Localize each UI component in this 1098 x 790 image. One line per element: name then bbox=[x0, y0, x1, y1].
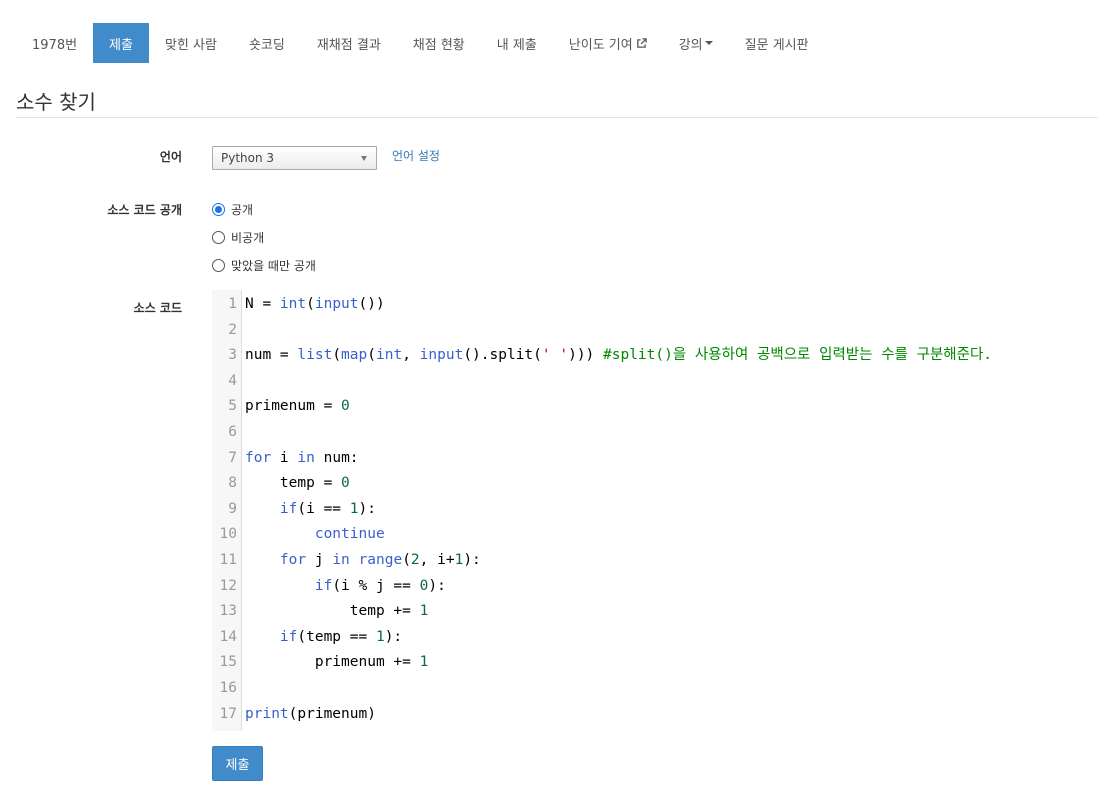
line-number: 8 bbox=[228, 475, 237, 492]
tab-problem-number[interactable]: 1978번 bbox=[16, 23, 93, 63]
tab-difficulty-contribution[interactable]: 난이도 기여 bbox=[553, 23, 663, 63]
code-text: for i in num: bbox=[245, 449, 359, 466]
line-number: 12 bbox=[219, 577, 237, 594]
tab-my-submissions[interactable]: 내 제출 bbox=[481, 23, 553, 63]
code-line[interactable]: 15 primenum += 1 bbox=[212, 650, 1098, 676]
line-number: 5 bbox=[228, 398, 237, 415]
line-number: 10 bbox=[219, 526, 237, 543]
code-line[interactable]: 14 if(temp == 1): bbox=[212, 625, 1098, 651]
code-line[interactable]: 1 N = int(input()) bbox=[212, 292, 1098, 318]
radio-label: 맞았을 때만 공개 bbox=[231, 259, 316, 273]
title-divider bbox=[16, 117, 1098, 118]
code-line[interactable]: 11 for j in range(2, i+1): bbox=[212, 548, 1098, 574]
tab-solved-users[interactable]: 맞힌 사람 bbox=[149, 23, 233, 63]
tab-rejudge-results[interactable]: 재채점 결과 bbox=[301, 23, 397, 63]
line-number: 4 bbox=[228, 372, 237, 389]
line-number: 13 bbox=[219, 603, 237, 620]
radio-public[interactable] bbox=[212, 203, 225, 216]
page-title: 소수 찾기 bbox=[16, 90, 96, 114]
tab-label: 내 제출 bbox=[496, 37, 537, 53]
submit-button[interactable]: 제출 bbox=[212, 746, 263, 781]
code-line[interactable]: 3 num = list(map(int, input().split(' '))… bbox=[212, 343, 1098, 369]
code-line[interactable]: 5 primenum = 0 bbox=[212, 394, 1098, 420]
code-text: N = int(input()) bbox=[245, 296, 385, 312]
tab-label: 1978번 bbox=[32, 37, 78, 53]
line-number: 14 bbox=[219, 628, 237, 645]
tab-label: 제출 bbox=[109, 37, 133, 53]
tab-label: 강의 bbox=[678, 37, 703, 53]
line-number: 16 bbox=[219, 680, 237, 696]
chevron-down-icon bbox=[361, 156, 367, 161]
line-number: 1 bbox=[228, 296, 237, 312]
tab-label: 채점 현황 bbox=[412, 37, 465, 53]
radio-label: 공개 bbox=[231, 203, 254, 217]
line-number: 15 bbox=[219, 654, 237, 671]
visibility-option-public-if-accepted[interactable]: 맞았을 때만 공개 bbox=[212, 257, 316, 274]
tab-lectures-dropdown[interactable]: 강의 bbox=[663, 23, 729, 63]
code-text: for j in range(2, i+1): bbox=[279, 552, 481, 568]
code-text: primenum = 0 bbox=[245, 398, 350, 415]
code-text: if(i == 1): bbox=[279, 500, 376, 517]
code-line[interactable]: 6 bbox=[212, 420, 1098, 446]
visibility-option-private[interactable]: 비공개 bbox=[212, 229, 264, 246]
language-settings-link[interactable]: 언어 설정 bbox=[392, 147, 440, 164]
line-number: 3 bbox=[228, 347, 237, 364]
language-select[interactable]: Python 3 bbox=[212, 146, 377, 170]
tab-label: 숏코딩 bbox=[248, 37, 285, 53]
code-line[interactable]: 9 if(i == 1): bbox=[212, 497, 1098, 523]
tab-label: 맞힌 사람 bbox=[164, 37, 217, 53]
code-text: num = list(map(int, input().split(' ')))… bbox=[245, 347, 993, 364]
source-code-label: 소스 코드 bbox=[133, 301, 182, 315]
code-line[interactable]: 16 bbox=[212, 676, 1098, 702]
visibility-label: 소스 코드 공개 bbox=[107, 203, 182, 217]
code-line[interactable]: 17 print(primenum) bbox=[212, 702, 1098, 728]
code-text: print(primenum) bbox=[245, 705, 376, 722]
language-label: 언어 bbox=[159, 150, 182, 164]
line-number: 2 bbox=[228, 321, 237, 338]
tab-submit[interactable]: 제출 bbox=[93, 23, 149, 63]
code-text: primenum += 1 bbox=[245, 654, 429, 671]
tab-label: 재채점 결과 bbox=[316, 37, 381, 53]
code-line[interactable]: 2 bbox=[212, 318, 1098, 344]
tab-label: 질문 게시판 bbox=[744, 37, 809, 53]
tab-label: 난이도 기여 bbox=[568, 37, 633, 53]
radio-label: 비공개 bbox=[231, 231, 265, 245]
code-line[interactable]: 7 for i in num: bbox=[212, 446, 1098, 472]
code-editor[interactable]: 1 N = int(input()) 2 3 num = list(map(int, i… bbox=[212, 290, 1098, 731]
visibility-option-public[interactable]: 공개 bbox=[212, 201, 253, 218]
line-number: 11 bbox=[219, 552, 237, 568]
caret-down-icon bbox=[704, 41, 713, 45]
problem-tabs: 1978번 제출 맞힌 사람 숏코딩 재채점 결과 채점 현황 내 제출 난이도… bbox=[16, 23, 825, 63]
code-text: temp = 0 bbox=[245, 475, 350, 492]
code-line[interactable]: 4 bbox=[212, 369, 1098, 395]
code-line[interactable]: 10 continue bbox=[212, 522, 1098, 548]
external-link-icon bbox=[636, 37, 647, 48]
code-text: continue bbox=[314, 526, 385, 543]
line-number: 9 bbox=[228, 500, 237, 517]
code-text: if(i % j == 0): bbox=[314, 577, 446, 594]
code-line[interactable]: 8 temp = 0 bbox=[212, 471, 1098, 497]
tab-short-coding[interactable]: 숏코딩 bbox=[233, 23, 301, 63]
line-number: 7 bbox=[228, 449, 237, 466]
radio-private[interactable] bbox=[212, 231, 225, 244]
code-text: if(temp == 1): bbox=[279, 628, 403, 645]
code-line[interactable]: 13 temp += 1 bbox=[212, 599, 1098, 625]
code-text: temp += 1 bbox=[245, 603, 429, 620]
tab-question-board[interactable]: 질문 게시판 bbox=[729, 23, 825, 63]
line-number: 17 bbox=[219, 705, 237, 722]
radio-public-if-accepted[interactable] bbox=[212, 259, 225, 272]
code-line[interactable]: 12 if(i % j == 0): bbox=[212, 574, 1098, 600]
language-select-value: Python 3 bbox=[221, 151, 275, 165]
tab-judge-status[interactable]: 채점 현황 bbox=[397, 23, 481, 63]
line-number: 6 bbox=[228, 424, 237, 440]
